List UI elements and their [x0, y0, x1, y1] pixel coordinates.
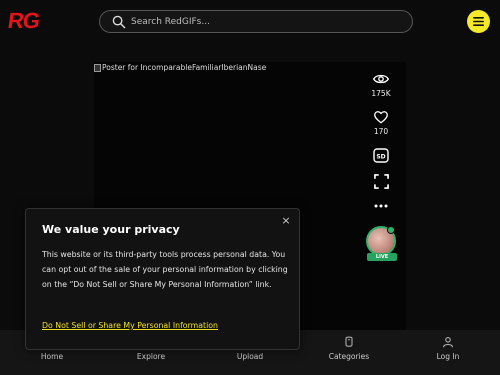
fullscreen-icon: [373, 174, 389, 189]
like-button[interactable]: 170: [366, 110, 396, 136]
quality-toggle-button[interactable]: SD: [366, 148, 396, 163]
nav-home-label: Home: [40, 352, 64, 361]
redgifs-logo[interactable]: RG: [6, 8, 41, 34]
more-options-button[interactable]: [366, 203, 396, 209]
live-badge[interactable]: LIVE: [367, 253, 397, 261]
search-icon: [112, 15, 126, 28]
search-input[interactable]: [131, 16, 381, 27]
likes-count: 170: [373, 127, 389, 136]
poster-image: Poster for IncomparableFamiliarIberianNa…: [94, 63, 266, 72]
sd-quality-icon: SD: [373, 148, 389, 163]
hamburger-menu-icon: [473, 17, 484, 26]
search-bar[interactable]: [99, 10, 413, 33]
nav-login-label: Log In: [436, 352, 460, 361]
nav-upload-label: Upload: [236, 352, 264, 361]
nav-categories-label: Categories: [328, 352, 370, 361]
views-counter: 175K: [366, 72, 396, 98]
fullscreen-button[interactable]: [366, 174, 396, 189]
do-not-sell-link[interactable]: Do Not Sell or Share My Personal Informa…: [42, 321, 218, 330]
more-dots-icon: [374, 204, 388, 208]
close-icon[interactable]: ×: [280, 215, 292, 227]
nav-login[interactable]: Log In: [418, 336, 478, 361]
privacy-dialog: We value your privacy × This website or …: [25, 208, 300, 350]
user-icon: [442, 336, 454, 348]
quality-label: SD: [376, 153, 385, 160]
broken-image-icon: [94, 64, 101, 72]
online-status-icon: [387, 226, 395, 234]
nav-explore-label: Explore: [136, 352, 166, 361]
nav-categories[interactable]: Categories: [319, 336, 379, 361]
top-header: RG: [0, 0, 500, 44]
categories-icon: [345, 336, 353, 347]
heart-icon: [374, 111, 388, 124]
views-count: 175K: [371, 89, 391, 98]
privacy-title: We value your privacy: [42, 223, 180, 236]
eye-icon: [373, 74, 389, 84]
menu-button[interactable]: [467, 10, 490, 33]
poster-alt-text: Poster for IncomparableFamiliarIberianNa…: [102, 63, 267, 72]
privacy-body: This website or its third-party tools pr…: [42, 250, 288, 289]
